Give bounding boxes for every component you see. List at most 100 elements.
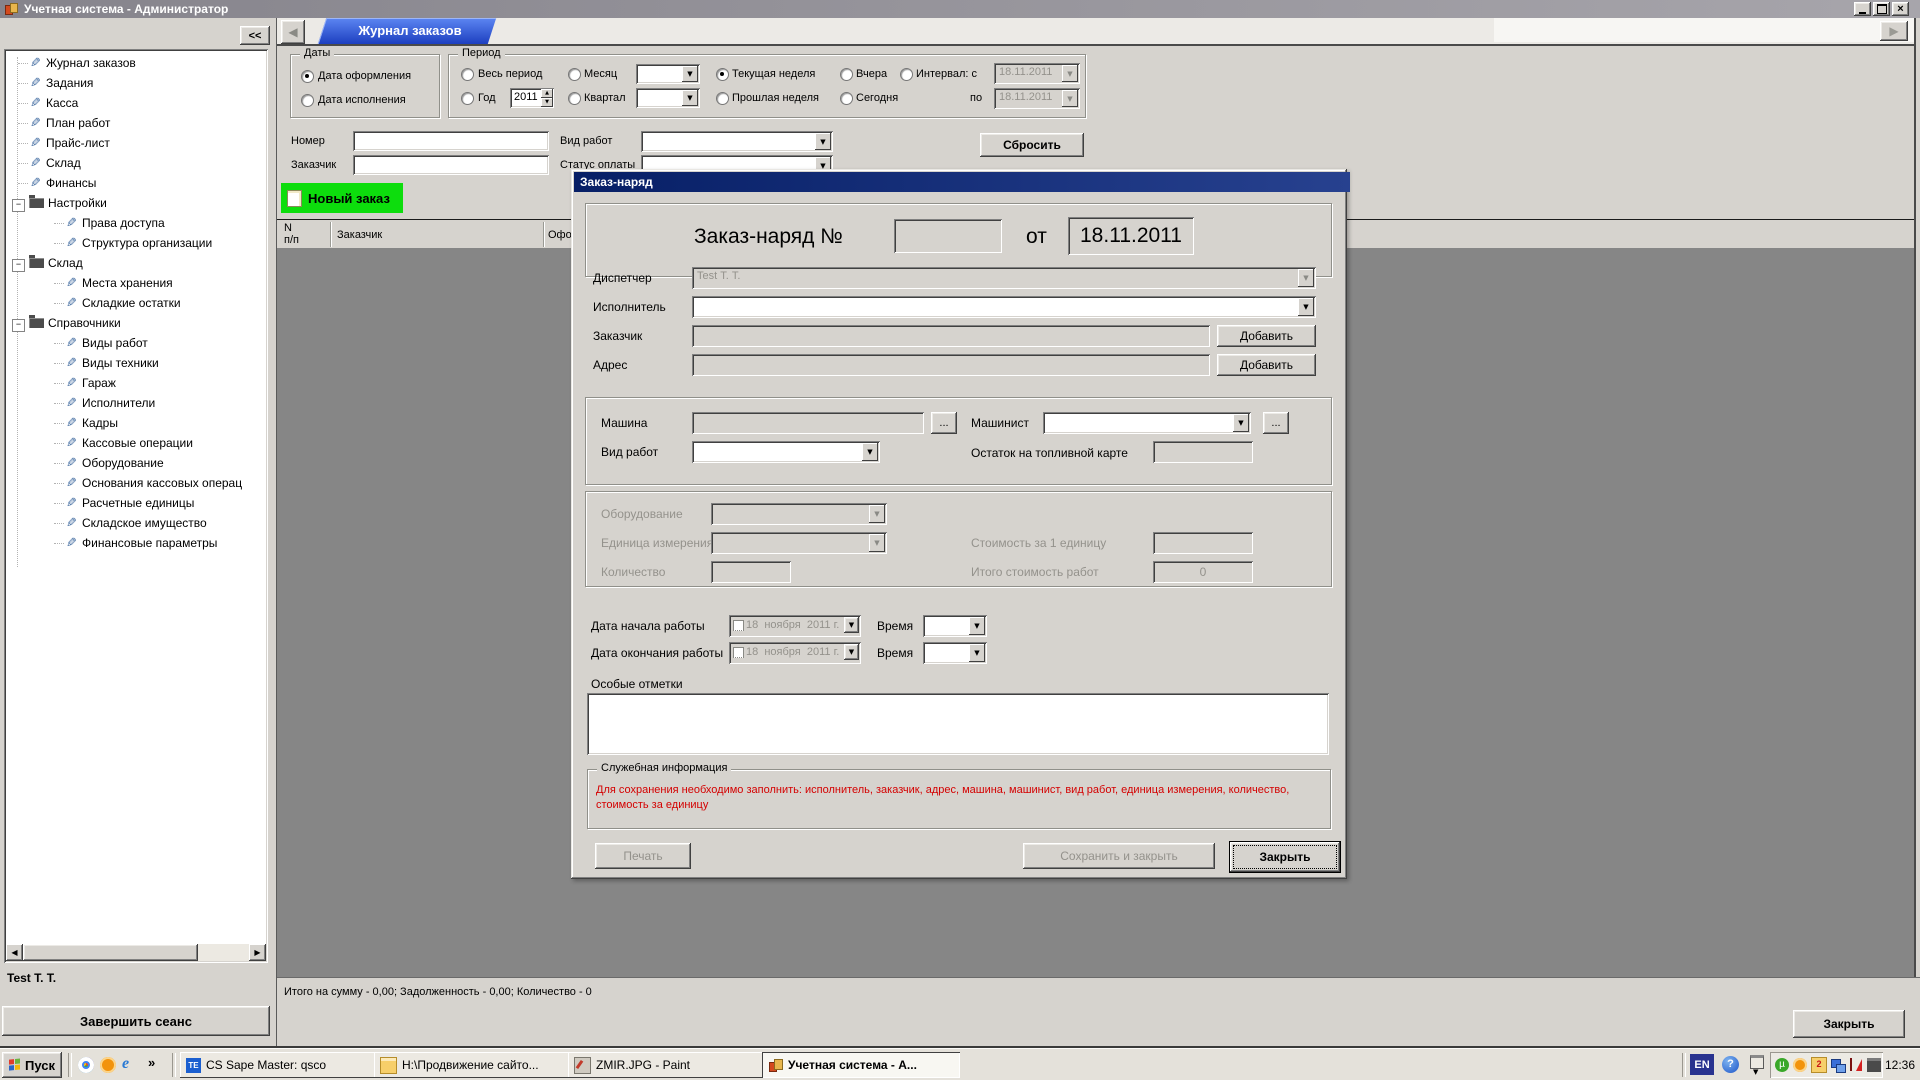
column-customer[interactable]: Заказчик bbox=[337, 229, 537, 241]
tree-item-vidy-rabot[interactable]: Виды работ bbox=[4, 333, 264, 353]
checkbox-icon[interactable] bbox=[733, 647, 744, 658]
radio-current-week-label[interactable]: Текущая неделя bbox=[732, 68, 815, 80]
machine-browse-button[interactable]: ... bbox=[931, 412, 957, 434]
radio-month-label[interactable]: Месяц bbox=[584, 68, 617, 80]
clock-app-icon[interactable] bbox=[100, 1057, 116, 1073]
tree-item-skladskoe-imushchestvo[interactable]: Складское имущество bbox=[4, 513, 264, 533]
column-separator[interactable] bbox=[543, 222, 544, 247]
customer-add-button[interactable]: Добавить bbox=[1217, 325, 1316, 347]
new-order-button[interactable]: Новый заказ bbox=[281, 183, 403, 213]
printer-tray-icon[interactable] bbox=[1867, 1058, 1881, 1072]
scroll-left-icon[interactable]: ◀ bbox=[6, 944, 23, 961]
minimize-button[interactable] bbox=[1854, 2, 1871, 16]
end-session-button[interactable]: Завершить сеанс bbox=[2, 1006, 270, 1036]
dlg-work-type-select[interactable] bbox=[692, 441, 880, 463]
tree-item-kassa[interactable]: Касса bbox=[4, 93, 264, 113]
tree-item-sklad[interactable]: Склад bbox=[4, 153, 264, 173]
help-tray-icon[interactable]: ? bbox=[1722, 1056, 1739, 1073]
radio-all-period[interactable] bbox=[461, 68, 474, 81]
column-separator[interactable] bbox=[330, 222, 331, 247]
tree-folder-nastroiki[interactable]: −Настройки bbox=[4, 193, 264, 213]
chevron-more-icon[interactable]: » bbox=[148, 1055, 155, 1070]
close-window-button[interactable]: × bbox=[1892, 2, 1909, 16]
radio-year[interactable] bbox=[461, 92, 474, 105]
order-date-box[interactable]: 18.11.2011 bbox=[1068, 217, 1194, 255]
radio-today-label[interactable]: Сегодня bbox=[856, 92, 898, 104]
year-spinner[interactable]: 2011 ▲ ▼ bbox=[510, 88, 554, 108]
tree-item-skladskie-ostatki[interactable]: Складкие остатки bbox=[4, 293, 264, 313]
tree-item-prava-dostupa[interactable]: Права доступа bbox=[4, 213, 264, 233]
window-switch-tray-icon[interactable]: ▼ bbox=[1748, 1054, 1766, 1076]
dialog-close-button[interactable]: Закрыть bbox=[1229, 841, 1341, 873]
order-number-input[interactable] bbox=[894, 219, 1002, 253]
quarter-select[interactable] bbox=[636, 88, 700, 108]
executor-select[interactable] bbox=[692, 296, 1316, 318]
radio-exec-date[interactable] bbox=[301, 94, 314, 107]
radio-last-week[interactable] bbox=[716, 92, 729, 105]
interval-to-date[interactable]: 18.11.2011 bbox=[994, 88, 1080, 109]
tree-folder-sklad[interactable]: −Склад bbox=[4, 253, 264, 273]
driver-browse-button[interactable]: ... bbox=[1263, 412, 1289, 434]
language-indicator[interactable]: EN bbox=[1690, 1054, 1714, 1075]
task-button-explorer[interactable]: H:\Продвижение сайто... bbox=[374, 1052, 572, 1078]
month-select[interactable] bbox=[636, 64, 700, 84]
chrome-icon[interactable] bbox=[78, 1057, 94, 1073]
radio-quarter-label[interactable]: Квартал bbox=[584, 92, 626, 104]
tree-item-finansy[interactable]: Финансы bbox=[4, 173, 264, 193]
network-tray-icon[interactable] bbox=[1831, 1058, 1845, 1072]
reset-button[interactable]: Сбросить bbox=[980, 133, 1084, 157]
column-num[interactable]: N п/п bbox=[284, 222, 330, 246]
end-time-select[interactable] bbox=[923, 642, 987, 664]
tree-item-oborudovanie[interactable]: Оборудование bbox=[4, 453, 264, 473]
tree-item-garazh[interactable]: Гараж bbox=[4, 373, 264, 393]
radio-last-week-label[interactable]: Прошлая неделя bbox=[732, 92, 819, 104]
number-input[interactable] bbox=[353, 131, 549, 151]
spinner-down-icon[interactable]: ▼ bbox=[541, 98, 553, 107]
radio-month[interactable] bbox=[568, 68, 581, 81]
scrollbar-thumb[interactable] bbox=[23, 944, 198, 961]
tree-item-osnovaniya-kassovyh[interactable]: Основания кассовых операц bbox=[4, 473, 264, 493]
radio-interval[interactable] bbox=[900, 68, 913, 81]
radio-interval-label[interactable]: Интервал: с bbox=[916, 68, 977, 80]
start-button[interactable]: Пуск bbox=[2, 1052, 62, 1078]
tree-item-raschetnye-edinicy[interactable]: Расчетные единицы bbox=[4, 493, 264, 513]
collapse-toggle-icon[interactable]: − bbox=[12, 259, 25, 272]
tree-item-kassovye-operacii[interactable]: Кассовые операции bbox=[4, 433, 264, 453]
task-button-sape[interactable]: TE CS Sape Master: qsco bbox=[180, 1052, 378, 1078]
work-type-select[interactable] bbox=[641, 131, 833, 152]
radio-quarter[interactable] bbox=[568, 92, 581, 105]
nav-forward-button[interactable]: ▶ bbox=[1880, 21, 1908, 41]
orange-clock-tray-icon[interactable] bbox=[1793, 1058, 1807, 1072]
dialog-titlebar[interactable]: Заказ-наряд bbox=[574, 172, 1350, 192]
radio-today[interactable] bbox=[840, 92, 853, 105]
notes-textarea[interactable] bbox=[587, 693, 1329, 755]
tree-item-zhurnal-zakazov[interactable]: Журнал заказов bbox=[4, 53, 264, 73]
tree-item-plan-rabot[interactable]: План работ bbox=[4, 113, 264, 133]
radio-all-period-label[interactable]: Весь период bbox=[478, 68, 542, 80]
radio-reg-date-label[interactable]: Дата оформления bbox=[318, 70, 411, 82]
task-button-accounting[interactable]: Учетная система - А... bbox=[762, 1052, 960, 1078]
radio-current-week[interactable] bbox=[716, 68, 729, 81]
radio-reg-date[interactable] bbox=[301, 70, 314, 83]
radio-yesterday-label[interactable]: Вчера bbox=[856, 68, 887, 80]
nav-back-button[interactable]: ◀ bbox=[281, 20, 305, 44]
start-time-select[interactable] bbox=[923, 615, 987, 637]
utorrent-tray-icon[interactable]: µ bbox=[1775, 1058, 1789, 1072]
tree-item-vidy-tehniki[interactable]: Виды техники bbox=[4, 353, 264, 373]
radio-year-label[interactable]: Год bbox=[478, 92, 496, 104]
alert-flag-tray-icon[interactable] bbox=[1849, 1058, 1863, 1072]
checkbox-icon[interactable] bbox=[733, 620, 744, 631]
tree-item-prais-list[interactable]: Прайс-лист bbox=[4, 133, 264, 153]
tab-journal-orders-label[interactable]: Журнал заказов bbox=[335, 23, 485, 38]
scroll-right-icon[interactable]: ▶ bbox=[249, 944, 266, 961]
folder-badge-tray-icon[interactable]: 2 bbox=[1811, 1057, 1827, 1073]
address-add-button[interactable]: Добавить bbox=[1217, 354, 1316, 376]
tree-item-mesta-hraneniya[interactable]: Места хранения bbox=[4, 273, 264, 293]
tree-item-struktura-organizacii[interactable]: Структура организации bbox=[4, 233, 264, 253]
spinner-up-icon[interactable]: ▲ bbox=[541, 89, 553, 98]
tree-hscrollbar[interactable]: ◀ ▶ bbox=[6, 944, 266, 961]
radio-yesterday[interactable] bbox=[840, 68, 853, 81]
task-button-paint[interactable]: ZMIR.JPG - Paint bbox=[568, 1052, 766, 1078]
interval-from-date[interactable]: 18.11.2011 bbox=[994, 63, 1080, 84]
tree-item-ispolniteli[interactable]: Исполнители bbox=[4, 393, 264, 413]
